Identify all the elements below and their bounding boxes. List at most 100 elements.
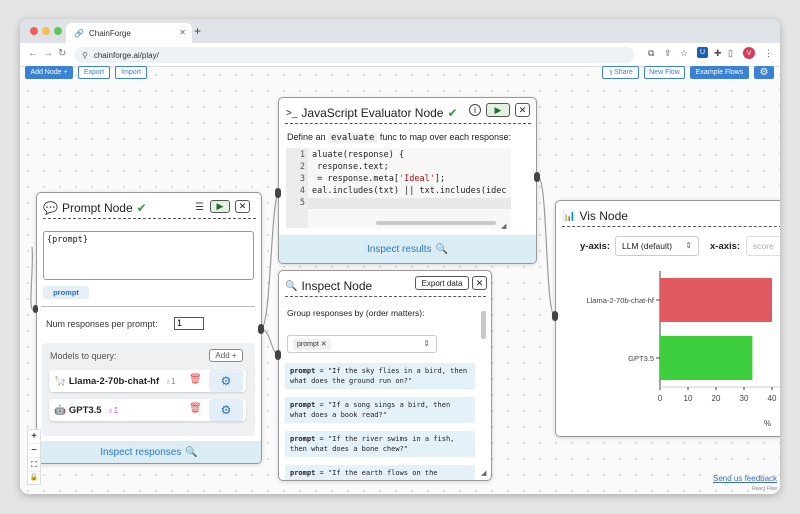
play-icon: ▶ <box>216 201 224 211</box>
send-feedback-link[interactable]: Send us feedback <box>713 474 777 483</box>
group-by-select[interactable]: prompt ✕ ⇕ <box>287 335 437 353</box>
inspect-responses-button[interactable]: Inspect responses 🔍 <box>37 441 261 463</box>
edge-js-to-vis <box>537 176 556 317</box>
play-icon: ▶ <box>494 104 502 115</box>
bookmark-star-icon[interactable]: ☆ <box>680 48 688 59</box>
new-tab-icon[interactable]: + <box>194 24 201 38</box>
close-tab-icon[interactable]: ✕ <box>179 28 186 37</box>
list-icon[interactable]: ☰ <box>195 202 204 213</box>
info-icon[interactable]: i <box>469 104 481 116</box>
line-number: 5 <box>299 198 305 208</box>
chevron-updown-icon: ⇕ <box>423 339 430 348</box>
run-prompt-button[interactable]: ▶ <box>210 200 230 213</box>
back-icon[interactable]: ← <box>28 48 38 59</box>
response-text: "If the river swims in a fish, then what… <box>290 435 455 453</box>
maximize-window-button[interactable] <box>54 27 62 35</box>
group-by-tag: prompt ✕ <box>293 339 331 350</box>
browser-tab[interactable]: 🔗 ChainForge ✕ <box>66 23 192 43</box>
response-item: prompt = "If the earth flows on the <box>285 465 475 480</box>
check-icon: ✔ <box>447 106 458 120</box>
url-field[interactable]: ⚲ chainforge.ai/play/ <box>74 47 634 63</box>
remove-tag-icon[interactable]: ✕ <box>321 341 327 348</box>
model-row-llama[interactable]: 🦙 Llama-2-70b-chat-hf ♁1 🗑 ⚙ <box>49 370 246 392</box>
password-manager-extension-icon[interactable]: U <box>697 47 708 58</box>
x-tick-label-2: 20 <box>712 394 721 403</box>
desc-code: evaluate <box>328 133 378 143</box>
code-editor[interactable]: 1 aluate(response) { 2 response.text; 3 … <box>286 148 511 228</box>
add-node-button[interactable]: Add Node + <box>25 66 73 79</box>
close-window-button[interactable] <box>30 27 38 35</box>
address-bar: ← → ↻ ⚲ chainforge.ai/play/ ⧉ ⇪ ☆ U ✚ ▯ … <box>20 43 780 67</box>
model-count: ♁1 <box>108 406 118 415</box>
response-item: prompt = "If the sky flies in a bird, th… <box>285 363 475 389</box>
vis-node-title: Vis Node <box>579 209 628 223</box>
trash-icon[interactable]: 🗑 <box>189 403 202 414</box>
inspect-results-button[interactable]: Inspect results 🔍 <box>279 235 536 263</box>
reload-icon[interactable]: ↻ <box>58 48 66 59</box>
vis-input-handle[interactable] <box>552 311 558 321</box>
model-name: Llama-2-70b-chat-hf <box>68 375 160 387</box>
zoom-out-icon[interactable]: − <box>28 444 40 458</box>
code-horizontal-scrollbar[interactable] <box>376 221 496 225</box>
zoom-in-icon[interactable]: + <box>28 430 40 444</box>
inspect-node[interactable]: 🔍 Inspect Node Export data ✕ Group respo… <box>278 270 492 481</box>
example-flows-button[interactable]: Example Flows <box>690 66 749 79</box>
profile-avatar[interactable]: V <box>743 47 755 59</box>
model-settings-gear-icon[interactable]: ⚙ <box>209 399 243 421</box>
resize-handle-icon[interactable]: ◢ <box>501 222 506 230</box>
section-divider <box>41 306 255 307</box>
js-evaluator-node[interactable]: >_ JavaScript Evaluator Node ✔ i ▶ ✕ Def… <box>278 97 537 264</box>
import-button[interactable]: Import <box>115 66 147 79</box>
prompt-input-handle[interactable] <box>33 305 38 313</box>
minimize-window-button[interactable] <box>42 27 50 35</box>
trash-icon[interactable]: 🗑 <box>189 374 202 385</box>
close-icon: ✕ <box>518 104 527 115</box>
inspect-responses-label: Inspect responses <box>100 447 182 458</box>
model-name: GPT3.5 <box>68 404 102 416</box>
response-key: prompt <box>290 469 316 477</box>
add-model-button[interactable]: Add + <box>209 349 243 362</box>
prompt-output-handle[interactable] <box>258 324 264 334</box>
y-axis-select[interactable]: LLM (default) ⇕ <box>615 236 699 256</box>
share-button[interactable]: ⇪ Share <box>602 66 639 79</box>
bar-0 <box>660 277 772 323</box>
flow-canvas[interactable]: 💬 Prompt Node ✔ ☰ ▶ ✕ {prompt} prompt Nu… <box>20 67 780 494</box>
lock-icon[interactable]: 🔒 <box>28 472 40 485</box>
settings-gear-icon[interactable]: ⚙ <box>754 66 774 79</box>
inspect-scrollbar[interactable] <box>481 311 486 339</box>
response-item: prompt = "If a song sings a bird, then w… <box>285 397 475 423</box>
run-evaluator-button[interactable]: ▶ <box>486 103 510 117</box>
js-output-handle[interactable] <box>534 172 540 182</box>
model-row-gpt35[interactable]: 🤖 GPT3.5 ♁1 🗑 ⚙ <box>49 399 246 421</box>
export-button[interactable]: Export <box>78 66 110 79</box>
extensions-puzzle-icon[interactable]: ✚ <box>714 48 722 59</box>
new-flow-button[interactable]: New Flow <box>644 66 685 79</box>
x-tick-label-4: 40 <box>768 394 777 403</box>
open-in-app-icon[interactable]: ⧉ <box>648 48 654 59</box>
sidebar-panel-icon[interactable]: ▯ <box>728 48 733 59</box>
model-settings-gear-icon[interactable]: ⚙ <box>209 370 243 392</box>
response-text: "If the sky flies in a bird, then what d… <box>290 367 468 385</box>
num-responses-input[interactable]: 1 <box>174 317 204 330</box>
js-input-handle[interactable] <box>275 188 281 198</box>
code-line: eal.includes(txt) || txt.includes(idec <box>312 186 507 196</box>
browser-menu-icon[interactable]: ⋮ <box>764 48 773 59</box>
close-inspect-node-button[interactable]: ✕ <box>472 276 487 290</box>
share-page-icon[interactable]: ⇪ <box>664 48 672 59</box>
x-axis-select[interactable]: score <box>746 236 780 256</box>
prompt-var-tag[interactable]: prompt <box>43 286 89 299</box>
fit-view-icon[interactable]: ⛶ <box>28 458 40 472</box>
close-prompt-node-button[interactable]: ✕ <box>235 200 250 213</box>
close-js-node-button[interactable]: ✕ <box>515 103 530 117</box>
group-by-label: Group responses by (order matters): <box>287 308 425 318</box>
inspect-input-handle[interactable] <box>275 350 281 360</box>
close-icon: ✕ <box>475 277 484 288</box>
export-data-button[interactable]: Export data <box>415 276 469 290</box>
forward-icon[interactable]: → <box>43 48 53 59</box>
resize-handle-icon[interactable]: ◢ <box>481 469 486 477</box>
prompt-template-textarea[interactable]: {prompt} <box>43 231 254 280</box>
prompt-node[interactable]: 💬 Prompt Node ✔ ☰ ▶ ✕ {prompt} prompt Nu… <box>36 192 262 464</box>
vis-node[interactable]: 📊 Vis Node y-axis: LLM (default) ⇕ x-axi… <box>555 200 780 437</box>
response-key: prompt <box>290 435 316 443</box>
react-flow-attribution[interactable]: React Flow <box>752 486 777 492</box>
